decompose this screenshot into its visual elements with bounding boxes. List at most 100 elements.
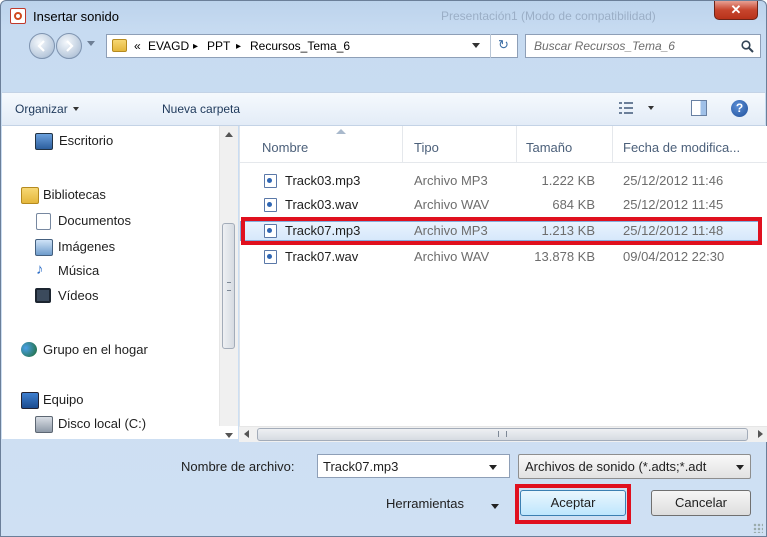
close-button[interactable]: ✕ <box>714 1 758 20</box>
filename-label: Nombre de archivo: <box>181 459 295 474</box>
selection-highlight-annotation <box>241 217 762 245</box>
organize-label: Organizar <box>15 102 68 116</box>
column-header-nombre[interactable]: Nombre <box>262 140 308 155</box>
desktop-icon <box>35 133 53 150</box>
forward-button[interactable] <box>56 33 82 59</box>
file-size: 13.878 KB <box>534 249 595 264</box>
sidebar-item-label: Bibliotecas <box>43 187 106 202</box>
file-list-horizontal-scrollbar[interactable] <box>239 426 767 442</box>
sidebar-item-label: Escritorio <box>59 133 114 148</box>
sidebar-item-label: Vídeos <box>58 288 99 303</box>
breadcrumb-overflow[interactable]: « <box>134 39 141 53</box>
powerpoint-app-icon <box>10 8 26 24</box>
insert-sound-dialog: Insertar sonido Presentación1 (Modo de c… <box>0 0 767 537</box>
navigation-scrollbar[interactable] <box>219 126 238 438</box>
sidebar-item-label: Imágenes <box>58 239 116 254</box>
column-divider[interactable] <box>612 126 613 162</box>
scroll-up-arrow-icon[interactable] <box>225 132 233 137</box>
accept-highlight-annotation <box>515 484 631 524</box>
column-header-fecha[interactable]: Fecha de modifica... <box>623 140 740 155</box>
new-folder-button[interactable]: Nueva carpeta <box>162 102 240 116</box>
documents-icon <box>36 213 51 230</box>
cancel-button[interactable]: Cancelar <box>651 490 751 516</box>
chevron-down-icon[interactable] <box>736 465 744 470</box>
file-date: 25/12/2012 11:46 <box>623 173 724 188</box>
breadcrumb-recursos-tema-6[interactable]: Recursos_Tema_6 <box>250 39 350 53</box>
refresh-button[interactable]: ↻ <box>490 34 516 58</box>
pictures-icon <box>35 239 53 256</box>
navigation-pane: Escritorio Bibliotecas Documentos Imágen… <box>2 126 238 439</box>
column-headers: Nombre Tipo Tamaño Fecha de modifica... <box>240 126 767 163</box>
table-row[interactable]: Track07.wav Archivo WAV 13.878 KB 09/04/… <box>240 247 760 267</box>
tools-dropdown-icon[interactable] <box>491 504 499 509</box>
address-dropdown[interactable] <box>472 43 480 48</box>
back-button[interactable] <box>29 33 55 59</box>
column-header-tamano[interactable]: Tamaño <box>526 140 572 155</box>
file-type: Archivo WAV <box>414 197 490 212</box>
scrollbar-thumb[interactable] <box>257 428 748 441</box>
file-date: 09/04/2012 22:30 <box>623 249 725 264</box>
local-disk-icon <box>35 416 53 433</box>
search-placeholder: Buscar Recursos_Tema_6 <box>534 39 675 53</box>
column-divider[interactable] <box>516 126 517 162</box>
table-row[interactable]: Track03.wav Archivo WAV 684 KB 25/12/201… <box>240 195 760 215</box>
table-row[interactable]: Track03.mp3 Archivo MP3 1.222 KB 25/12/2… <box>240 171 760 191</box>
command-bar: Organizar Nueva carpeta ? <box>2 92 765 126</box>
back-arrow-icon <box>37 40 45 52</box>
search-icon[interactable] <box>741 40 754 53</box>
sidebar-item-label: Documentos <box>58 213 131 228</box>
breadcrumb-separator[interactable]: ▸ <box>236 41 241 52</box>
file-type-select[interactable]: Archivos de sonido (*.adts;*.adt <box>518 454 751 479</box>
forward-arrow-icon <box>66 40 74 52</box>
homegroup-icon <box>21 342 37 357</box>
file-type: Archivo WAV <box>414 249 490 264</box>
file-name: Track07.wav <box>285 249 359 264</box>
view-options-dropdown[interactable] <box>648 106 654 110</box>
organize-menu[interactable]: Organizar <box>15 102 79 116</box>
filename-history-dropdown[interactable] <box>489 465 497 470</box>
audio-file-icon <box>264 250 277 264</box>
file-date: 25/12/2012 11:45 <box>623 197 724 212</box>
preview-pane-icon[interactable] <box>691 100 707 116</box>
change-view-icon[interactable] <box>619 102 633 114</box>
file-size: 684 KB <box>552 197 595 212</box>
music-icon: ♪ <box>36 261 44 278</box>
filename-input[interactable]: Track07.mp3 <box>317 454 510 478</box>
file-size: 1.222 KB <box>541 173 596 188</box>
videos-icon <box>35 288 51 303</box>
column-header-tipo[interactable]: Tipo <box>414 140 439 155</box>
file-list: Nombre Tipo Tamaño Fecha de modifica... … <box>239 126 767 426</box>
resize-grip-icon[interactable] <box>753 523 763 533</box>
address-bar[interactable]: « EVAGD ▸ PPT ▸ Recursos_Tema_6 <box>106 34 518 58</box>
title-bar[interactable]: Insertar sonido Presentación1 (Modo de c… <box>1 1 766 31</box>
scrollbar-thumb[interactable] <box>222 223 235 349</box>
sidebar-item-label: Grupo en el hogar <box>43 342 148 357</box>
folder-icon <box>112 39 127 52</box>
breadcrumb-ppt[interactable]: PPT <box>207 39 230 53</box>
grip-icon <box>498 431 507 437</box>
audio-file-icon <box>264 174 277 188</box>
sidebar-item-label: Disco local (C:) <box>58 416 147 431</box>
breadcrumb-evagd[interactable]: EVAGD <box>148 39 189 53</box>
chevron-down-icon <box>72 107 79 111</box>
sidebar-item-label: Equipo <box>43 392 84 407</box>
background-window-title: Presentación1 (Modo de compatibilidad) <box>441 9 656 23</box>
close-icon: ✕ <box>730 2 742 17</box>
audio-file-icon <box>264 198 277 212</box>
tools-menu[interactable]: Herramientas <box>386 496 464 511</box>
column-divider[interactable] <box>402 126 403 162</box>
scroll-down-arrow-icon[interactable] <box>225 433 233 438</box>
recent-locations-dropdown[interactable] <box>87 41 95 46</box>
dialog-title: Insertar sonido <box>33 9 119 24</box>
help-icon[interactable]: ? <box>731 100 748 117</box>
search-box[interactable]: Buscar Recursos_Tema_6 <box>525 34 761 58</box>
computer-icon <box>21 392 39 409</box>
grip-icon <box>227 282 231 291</box>
scroll-left-arrow-icon[interactable] <box>244 430 249 438</box>
sort-ascending-icon <box>336 129 346 134</box>
refresh-icon: ↻ <box>498 37 509 52</box>
scroll-right-arrow-icon[interactable] <box>758 430 763 438</box>
breadcrumb-separator[interactable]: ▸ <box>193 41 198 52</box>
libraries-icon <box>21 187 39 204</box>
file-name: Track03.wav <box>285 197 359 212</box>
